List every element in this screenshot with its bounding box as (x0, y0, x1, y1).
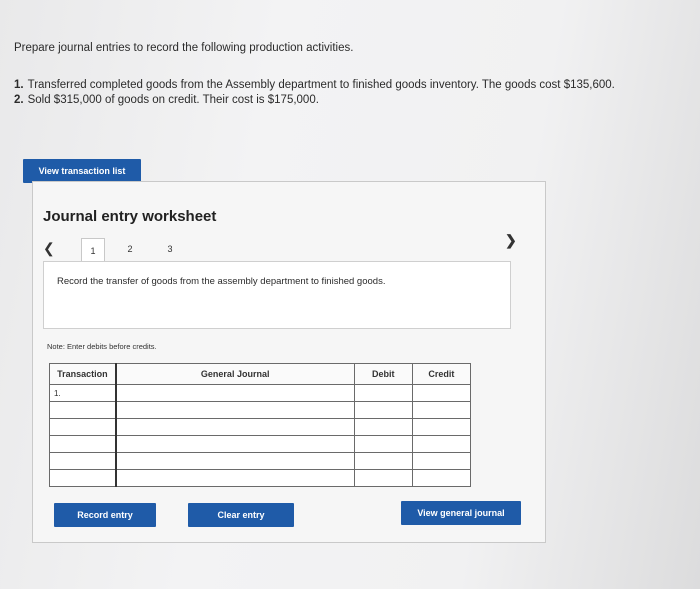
account-cell[interactable] (114, 401, 355, 419)
transaction-cell (48, 469, 117, 487)
credit-cell[interactable] (411, 418, 472, 436)
transaction-cell: 1. (48, 384, 117, 402)
table-row (48, 452, 472, 470)
table-row: 1. (48, 384, 472, 402)
credit-cell[interactable] (411, 401, 472, 419)
credit-cell[interactable] (411, 435, 472, 453)
view-transaction-list-button[interactable]: View transaction list (23, 159, 141, 183)
activity-item-2: 2. Sold $315,000 of goods on credit. Thei… (14, 93, 615, 108)
credit-cell[interactable] (411, 469, 472, 487)
debit-cell[interactable] (353, 401, 413, 419)
column-transaction: Transaction (48, 363, 117, 385)
column-debit: Debit (353, 363, 413, 385)
credit-cell[interactable] (411, 384, 472, 402)
transaction-cell (48, 418, 117, 436)
worksheet-instruction: Record the transfer of goods from the as… (57, 276, 386, 287)
table-row (48, 401, 472, 419)
activity-item-1: 1. Transferred completed goods from the A… (14, 78, 615, 93)
account-cell[interactable] (114, 469, 355, 487)
table-row (48, 435, 472, 453)
table-row (48, 469, 472, 487)
page-instructions: Prepare journal entries to record the fo… (14, 42, 354, 54)
credit-cell[interactable] (411, 452, 472, 470)
view-general-journal-button[interactable]: View general journal (401, 501, 521, 525)
journal-entry-worksheet: Journal entry worksheet ❮ 1 2 3 ❯ Record… (32, 181, 546, 543)
debit-cell[interactable] (353, 384, 413, 402)
record-entry-button[interactable]: Record entry (54, 503, 156, 527)
account-cell[interactable] (114, 452, 355, 470)
activity-list: 1. Transferred completed goods from the A… (14, 78, 615, 108)
chevron-right-icon[interactable]: ❯ (505, 232, 517, 249)
chevron-left-icon[interactable]: ❮ (43, 240, 55, 257)
tab-2[interactable]: 2 (119, 238, 141, 260)
debit-cell[interactable] (353, 452, 413, 470)
entry-note: Note: Enter debits before credits. (47, 342, 157, 351)
debit-cell[interactable] (353, 435, 413, 453)
activity-number: 1. (14, 79, 24, 91)
account-cell[interactable] (114, 418, 355, 436)
transaction-cell (48, 435, 117, 453)
account-cell[interactable] (114, 435, 355, 453)
debit-cell[interactable] (353, 469, 413, 487)
tab-1[interactable]: 1 (81, 238, 105, 262)
activity-number: 2. (14, 94, 24, 106)
account-cell[interactable] (114, 384, 355, 402)
tab-3[interactable]: 3 (159, 238, 181, 260)
activity-text: Sold $315,000 of goods on credit. Their … (27, 94, 319, 106)
clear-entry-button[interactable]: Clear entry (188, 503, 294, 527)
worksheet-instruction-box: Record the transfer of goods from the as… (43, 261, 511, 329)
debit-cell[interactable] (353, 418, 413, 436)
transaction-cell (48, 401, 117, 419)
transaction-cell (48, 452, 117, 470)
journal-entry-table: Transaction General Journal Debit Credit… (48, 363, 472, 487)
column-credit: Credit (411, 363, 472, 385)
activity-text: Transferred completed goods from the Ass… (27, 79, 615, 91)
worksheet-title: Journal entry worksheet (43, 208, 217, 225)
column-general-journal: General Journal (114, 363, 355, 385)
table-row (48, 418, 472, 436)
